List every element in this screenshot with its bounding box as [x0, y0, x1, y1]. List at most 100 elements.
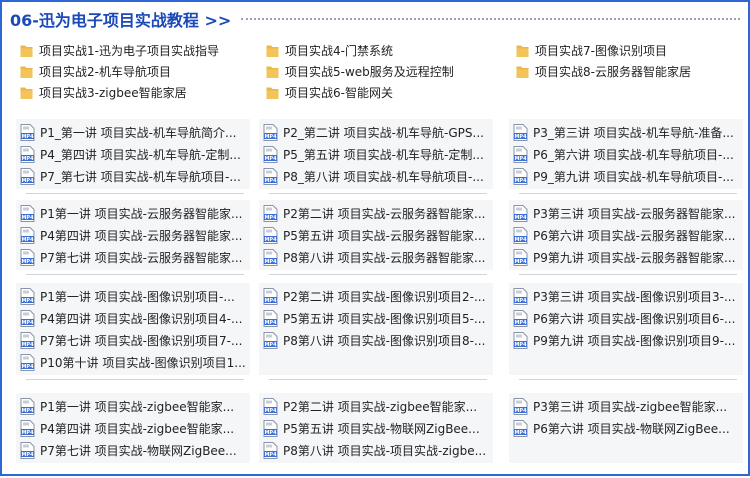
video-file-item[interactable]: MP4 P6第六讲 项目实战-物联网ZigBee... — [513, 418, 741, 438]
video-file-item[interactable]: MP4 P3第三讲 项目实战-云服务器智能家... — [513, 203, 741, 223]
video-file-item[interactable]: MP4 P3第三讲 项目实战-图像识别项目3-... — [513, 286, 741, 306]
mp4-file-icon: MP4 — [513, 226, 528, 244]
mp4-badge-text: MP4 — [514, 320, 527, 326]
video-file-item[interactable]: MP4 P6第六讲 项目实战-云服务器智能家... — [513, 225, 741, 245]
mp4-badge-text: MP4 — [264, 430, 277, 436]
mp4-file-icon: MP4 — [263, 226, 278, 244]
video-file-item[interactable]: MP4 P5第五讲 项目实战-物联网ZigBee... — [263, 418, 491, 438]
mp4-badge-text: MP4 — [264, 452, 277, 458]
video-file-label: P5第五讲 项目实战-图像识别项目5-... — [283, 311, 486, 326]
video-file-item[interactable]: MP4 P1第一讲 项目实战-zigbee智能家... — [20, 396, 248, 416]
mp4-file-icon: MP4 — [20, 309, 35, 327]
video-file-item[interactable]: MP4 P5_第五讲 项目实战-机车导航-定制... — [263, 144, 491, 164]
video-file-item[interactable]: MP4 P9第九讲 项目实战-图像识别项目9-... — [513, 330, 741, 350]
video-file-item[interactable]: MP4 P8第八讲 项目实战-项目实战-zigbe... — [263, 440, 491, 460]
mp4-badge-text: MP4 — [514, 156, 527, 162]
mp4-badge-text: MP4 — [21, 298, 34, 304]
mp4-file-icon: MP4 — [513, 248, 528, 266]
video-file-label: P3第三讲 项目实战-图像识别项目3-... — [533, 289, 736, 304]
video-file-item[interactable]: MP4 P6_第六讲 项目实战-机车导航项目-... — [513, 144, 741, 164]
mp4-badge-text: MP4 — [514, 408, 527, 414]
mp4-badge-text: MP4 — [21, 134, 34, 140]
video-file-label: P1_第一讲 项目实战-机车导航简介... — [40, 125, 237, 140]
mp4-file-icon: MP4 — [20, 167, 35, 185]
video-file-label: P9第九讲 项目实战-云服务器智能家... — [533, 250, 736, 265]
video-file-item[interactable]: MP4 P2第二讲 项目实战-云服务器智能家... — [263, 203, 491, 223]
video-file-item[interactable]: MP4 P5第五讲 项目实战-图像识别项目5-... — [263, 308, 491, 328]
video-file-item[interactable]: MP4 P10第十讲 项目实战-图像识别项目1... — [20, 352, 248, 372]
video-file-label: P7第七讲 项目实战-云服务器智能家... — [40, 250, 243, 265]
video-file-item[interactable]: MP4 P4第四讲 项目实战-图像识别项目4-... — [20, 308, 248, 328]
video-file-item[interactable]: MP4 P1第一讲 项目实战-图像识别项目-... — [20, 286, 248, 306]
mp4-badge-text: MP4 — [21, 364, 34, 370]
video-file-item[interactable]: MP4 P2_第二讲 项目实战-机车导航-GPS... — [263, 122, 491, 142]
mp4-file-icon: MP4 — [20, 145, 35, 163]
video-file-label: P2第二讲 项目实战-云服务器智能家... — [283, 206, 486, 221]
mp4-badge-text: MP4 — [21, 156, 34, 162]
video-file-item[interactable]: MP4 P2第二讲 项目实战-图像识别项目2-... — [263, 286, 491, 306]
mp4-badge-text: MP4 — [264, 408, 277, 414]
video-file-item[interactable]: MP4 P7第七讲 项目实战-图像识别项目7-... — [20, 330, 248, 350]
video-file-item[interactable]: MP4 P3_第三讲 项目实战-机车导航-准备... — [513, 122, 741, 142]
video-file-item[interactable]: MP4 P9第九讲 项目实战-云服务器智能家... — [513, 247, 741, 267]
video-file-item[interactable]: MP4 P1第一讲 项目实战-云服务器智能家... — [20, 203, 248, 223]
mp4-file-icon: MP4 — [263, 287, 278, 305]
video-file-label: P1第一讲 项目实战-图像识别项目-... — [40, 289, 235, 304]
video-file-item[interactable]: MP4 P8第八讲 项目实战-云服务器智能家... — [263, 247, 491, 267]
mp4-file-icon: MP4 — [20, 419, 35, 437]
video-file-item[interactable]: MP4 P8第八讲 项目实战-图像识别项目8-... — [263, 330, 491, 350]
group-divider — [519, 379, 737, 380]
mp4-badge-text: MP4 — [264, 215, 277, 221]
video-file-item[interactable]: MP4 P2第二讲 项目实战-zigbee智能家... — [263, 396, 491, 416]
group-divider — [26, 193, 244, 194]
mp4-badge-text: MP4 — [21, 408, 34, 414]
group-divider — [269, 379, 487, 380]
mp4-badge-text: MP4 — [264, 259, 277, 265]
video-file-item[interactable]: MP4 P9_第九讲 项目实战-机车导航项目-... — [513, 166, 741, 186]
video-file-item[interactable]: MP4 P7_第七讲 项目实战-机车导航项目-... — [20, 166, 248, 186]
video-file-label: P3第三讲 项目实战-云服务器智能家... — [533, 206, 736, 221]
video-file-label: P10第十讲 项目实战-图像识别项目1... — [40, 355, 246, 370]
video-file-label: P5第五讲 项目实战-物联网ZigBee... — [283, 421, 480, 436]
video-file-label: P2第二讲 项目实战-图像识别项目2-... — [283, 289, 486, 304]
mp4-badge-text: MP4 — [514, 430, 527, 436]
video-file-item[interactable]: MP4 P6第六讲 项目实战-图像识别项目6-... — [513, 308, 741, 328]
video-file-item[interactable]: MP4 P7第七讲 项目实战-物联网ZigBee... — [20, 440, 248, 460]
video-file-item[interactable]: MP4 P8_第八讲 项目实战-机车导航项目-... — [263, 166, 491, 186]
video-file-label: P4_第四讲 项目实战-机车导航-定制... — [40, 147, 241, 162]
video-file-label: P3_第三讲 项目实战-机车导航-准备... — [533, 125, 734, 140]
video-file-item[interactable]: MP4 P3第三讲 项目实战-zigbee智能家... — [513, 396, 741, 416]
mp4-file-icon: MP4 — [263, 204, 278, 222]
video-file-label: P8第八讲 项目实战-图像识别项目8-... — [283, 333, 486, 348]
video-file-label: P6_第六讲 项目实战-机车导航项目-... — [533, 147, 734, 162]
mp4-file-icon: MP4 — [513, 287, 528, 305]
video-file-label: P9第九讲 项目实战-图像识别项目9-... — [533, 333, 736, 348]
mp4-file-icon: MP4 — [513, 145, 528, 163]
video-file-item[interactable]: MP4 P4第四讲 项目实战-zigbee智能家... — [20, 418, 248, 438]
mp4-badge-text: MP4 — [514, 259, 527, 265]
mp4-file-icon: MP4 — [20, 287, 35, 305]
mp4-file-icon: MP4 — [263, 419, 278, 437]
mp4-file-icon: MP4 — [20, 226, 35, 244]
video-file-label: P7_第七讲 项目实战-机车导航项目-... — [40, 169, 241, 184]
video-file-item[interactable]: MP4 P4_第四讲 项目实战-机车导航-定制... — [20, 144, 248, 164]
video-file-label: P6第六讲 项目实战-云服务器智能家... — [533, 228, 736, 243]
group-divider — [519, 193, 737, 194]
mp4-badge-text: MP4 — [264, 298, 277, 304]
video-file-label: P5_第五讲 项目实战-机车导航-定制... — [283, 147, 484, 162]
group-divider — [26, 274, 244, 275]
mp4-file-icon: MP4 — [263, 309, 278, 327]
video-file-item[interactable]: MP4 P1_第一讲 项目实战-机车导航简介... — [20, 122, 248, 142]
video-file-item[interactable]: MP4 P4第四讲 项目实战-云服务器智能家... — [20, 225, 248, 245]
video-file-item[interactable]: MP4 P7第七讲 项目实战-云服务器智能家... — [20, 247, 248, 267]
mp4-badge-text: MP4 — [21, 178, 34, 184]
mp4-file-icon: MP4 — [263, 123, 278, 141]
video-file-list: MP4 P1_第一讲 项目实战-机车导航简介... MP4 P4_第四讲 项目实战-机… — [2, 2, 750, 478]
video-file-label: P8第八讲 项目实战-项目实战-zigbe... — [283, 443, 487, 458]
video-file-label: P4第四讲 项目实战-zigbee智能家... — [40, 421, 235, 436]
video-file-label: P1第一讲 项目实战-云服务器智能家... — [40, 206, 243, 221]
mp4-file-icon: MP4 — [20, 331, 35, 349]
video-file-item[interactable]: MP4 P5第五讲 项目实战-云服务器智能家... — [263, 225, 491, 245]
mp4-file-icon: MP4 — [263, 167, 278, 185]
mp4-badge-text: MP4 — [264, 237, 277, 243]
